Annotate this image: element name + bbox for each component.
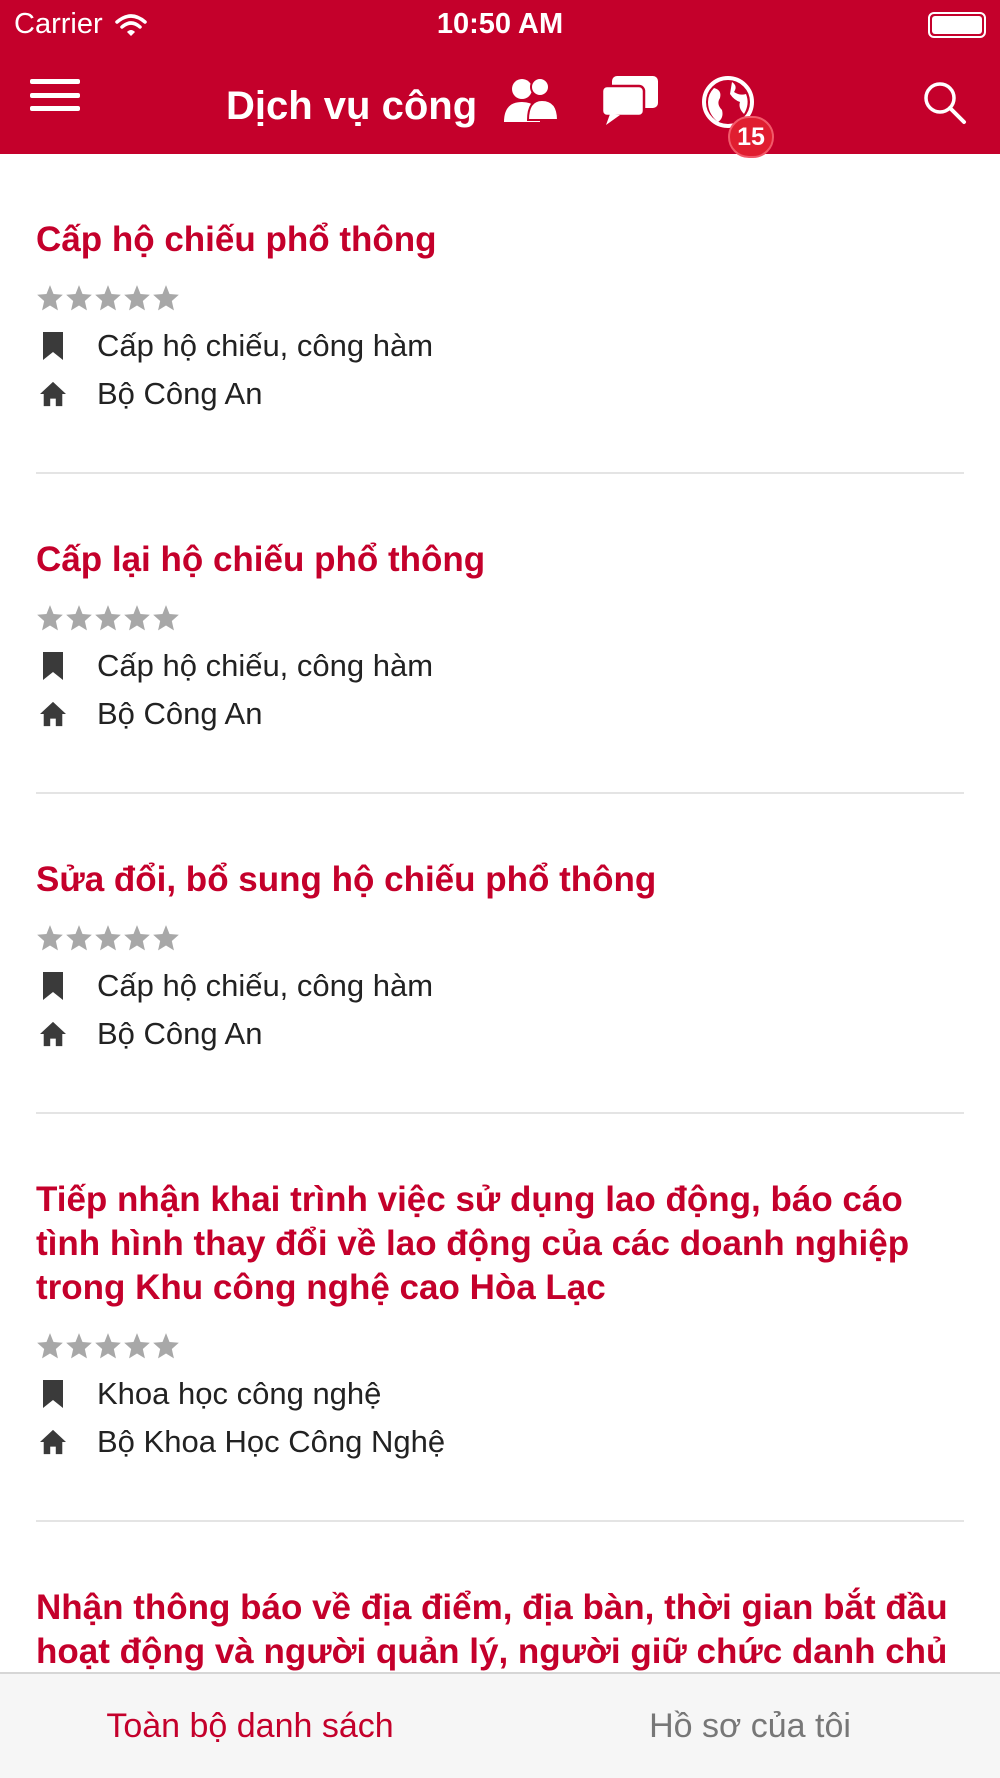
star-icon	[95, 925, 121, 951]
tab-my-records[interactable]: Hồ sơ của tôi	[500, 1674, 1000, 1778]
service-category: Khoa học công nghệ	[97, 1376, 382, 1411]
service-item[interactable]: Cấp hộ chiếu phổ thông Cấp hộ chiếu, côn…	[36, 154, 964, 474]
bookmark-icon	[40, 1380, 66, 1408]
contacts-icon[interactable]	[502, 74, 560, 126]
battery-icon	[928, 12, 986, 38]
category-row: Khoa học công nghệ	[36, 1370, 964, 1418]
menu-line	[30, 106, 80, 111]
service-category: Cấp hộ chiếu, công hàm	[97, 328, 434, 363]
star-icon	[124, 1333, 150, 1359]
bottom-tab-bar: Toàn bộ danh sách Hồ sơ của tôi	[0, 1672, 1000, 1778]
agency-row: Bộ Công An	[36, 370, 964, 418]
star-icon	[95, 285, 121, 311]
menu-icon[interactable]	[28, 72, 82, 118]
service-title: Cấp lại hộ chiếu phổ thông	[36, 540, 486, 579]
home-icon	[40, 380, 66, 408]
status-bar: Carrier 10:50 AM	[0, 0, 1000, 50]
star-icon	[37, 605, 63, 631]
service-item[interactable]: Sửa đổi, bổ sung hộ chiếu phổ thông Cấp …	[36, 794, 964, 1114]
service-category: Cấp hộ chiếu, công hàm	[97, 968, 434, 1003]
menu-line	[30, 79, 80, 84]
category-row: Cấp hộ chiếu, công hàm	[36, 642, 964, 690]
agency-row: Bộ Công An	[36, 690, 964, 738]
service-agency: Bộ Khoa Học Công Nghệ	[97, 1424, 446, 1459]
service-item[interactable]: Nhận thông báo về địa điểm, địa bàn, thờ…	[36, 1522, 964, 1672]
service-title: Sửa đổi, bổ sung hộ chiếu phổ thông	[36, 860, 657, 899]
service-title: Cấp hộ chiếu phổ thông	[36, 220, 437, 259]
nav-bar: Dịch vụ công 15	[0, 50, 1000, 158]
app-header: Carrier 10:50 AM Dịch vụ công 15	[0, 0, 1000, 158]
category-row: Cấp hộ chiếu, công hàm	[36, 962, 964, 1010]
service-item[interactable]: Cấp lại hộ chiếu phổ thông Cấp hộ chiếu,…	[36, 474, 964, 794]
menu-line	[30, 92, 80, 98]
star-icon	[95, 1333, 121, 1359]
star-rating	[36, 924, 964, 958]
service-title: Tiếp nhận khai trình việc sử dụng lao độ…	[36, 1180, 910, 1307]
star-icon	[66, 605, 92, 631]
star-icon	[37, 925, 63, 951]
star-icon	[153, 925, 179, 951]
star-rating	[36, 284, 964, 318]
star-rating	[36, 1332, 964, 1366]
agency-row: Bộ Khoa Học Công Nghệ	[36, 1418, 964, 1466]
star-icon	[95, 605, 121, 631]
home-icon	[40, 1428, 66, 1456]
star-icon	[153, 605, 179, 631]
page-title: Dịch vụ công	[226, 84, 478, 128]
service-category: Cấp hộ chiếu, công hàm	[97, 648, 434, 683]
notification-badge: 15	[728, 116, 774, 158]
star-icon	[153, 285, 179, 311]
bookmark-icon	[40, 652, 66, 680]
star-icon	[124, 285, 150, 311]
service-agency: Bộ Công An	[97, 376, 263, 411]
home-icon	[40, 1020, 66, 1048]
service-agency: Bộ Công An	[97, 1016, 263, 1051]
star-icon	[66, 1333, 92, 1359]
star-icon	[153, 1333, 179, 1359]
service-item[interactable]: Tiếp nhận khai trình việc sử dụng lao độ…	[36, 1114, 964, 1522]
star-icon	[124, 605, 150, 631]
service-list[interactable]: Cấp hộ chiếu phổ thông Cấp hộ chiếu, côn…	[0, 154, 1000, 1672]
star-icon	[37, 1333, 63, 1359]
star-rating	[36, 604, 964, 638]
search-icon[interactable]	[920, 78, 968, 126]
chat-icon[interactable]	[600, 74, 660, 126]
category-row: Cấp hộ chiếu, công hàm	[36, 322, 964, 370]
home-icon	[40, 700, 66, 728]
tab-all-list[interactable]: Toàn bộ danh sách	[0, 1674, 500, 1778]
star-icon	[124, 925, 150, 951]
star-icon	[37, 285, 63, 311]
service-agency: Bộ Công An	[97, 696, 263, 731]
bookmark-icon	[40, 972, 66, 1000]
service-title: Nhận thông báo về địa điểm, địa bàn, thờ…	[36, 1588, 948, 1671]
status-time: 10:50 AM	[436, 8, 564, 40]
agency-row: Bộ Công An	[36, 1010, 964, 1058]
star-icon	[66, 285, 92, 311]
star-icon	[66, 925, 92, 951]
bookmark-icon	[40, 332, 66, 360]
battery-level	[932, 16, 982, 34]
